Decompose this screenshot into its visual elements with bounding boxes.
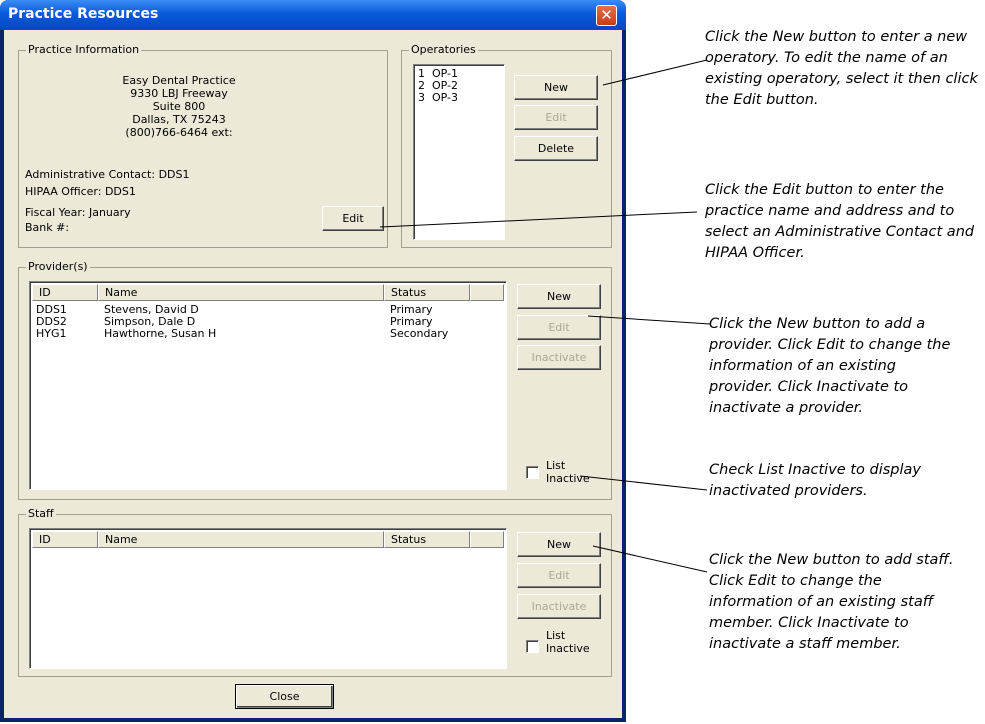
practice-callout: Click the Edit button to enter the pract…: [705, 182, 975, 261]
provider-callout: Click the New button to add a provider. …: [709, 316, 951, 416]
operatory-callout: Click the New button to enter a new oper…: [705, 29, 978, 108]
list-inactive-callout: Check List Inactive to display inactivat…: [709, 462, 921, 499]
staff-callout: Click the New button to add staff. Click…: [709, 552, 954, 652]
